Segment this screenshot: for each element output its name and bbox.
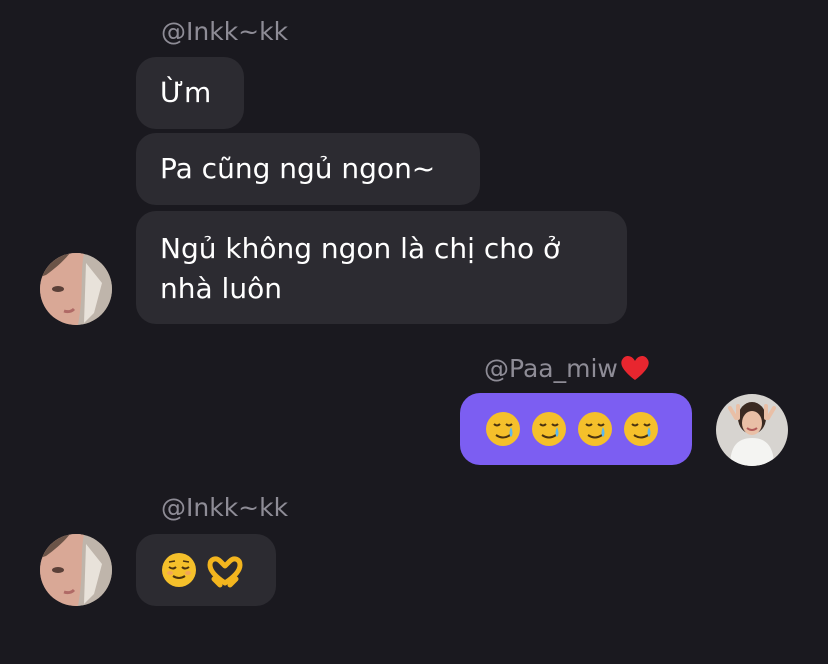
- heart-hands-icon: [207, 556, 243, 588]
- avatar[interactable]: [40, 253, 112, 325]
- message-text-line: Ngủ không ngon là chị cho ở: [160, 232, 561, 265]
- message-bubble[interactable]: Ừm: [136, 57, 244, 129]
- sender-name-text: @Paa_miw: [484, 354, 618, 383]
- smiling-face-with-tear-icon: [486, 412, 520, 446]
- avatar[interactable]: [716, 394, 788, 466]
- message-text-line: nhà luôn: [160, 272, 282, 305]
- smiling-face-with-tear-icon: [578, 412, 612, 446]
- red-heart-icon: [621, 355, 649, 380]
- emoji-row: [484, 410, 660, 448]
- avatar-photo-icon: [40, 534, 112, 606]
- relieved-face-icon: [162, 553, 196, 587]
- sender-name-paa-miw[interactable]: @Paa_miw: [484, 354, 650, 384]
- message-bubble[interactable]: Pa cũng ngủ ngon~: [136, 133, 480, 205]
- message-text: Ừm: [160, 76, 212, 109]
- sender-name-inkk[interactable]: @Inkk~kk: [161, 17, 288, 47]
- message-bubble[interactable]: Ngủ không ngon là chị cho ở nhà luôn: [136, 211, 627, 324]
- message-bubble[interactable]: [136, 534, 276, 606]
- message-bubble-outgoing[interactable]: [460, 393, 692, 465]
- message-text: Pa cũng ngủ ngon~: [160, 152, 436, 185]
- avatar-photo-icon: [716, 394, 788, 466]
- avatar-photo-icon: [40, 253, 112, 325]
- sender-name-inkk[interactable]: @Inkk~kk: [161, 493, 288, 523]
- smiling-face-with-tear-icon: [532, 412, 566, 446]
- emoji-row: [160, 551, 244, 589]
- avatar[interactable]: [40, 534, 112, 606]
- smiling-face-with-tear-icon: [624, 412, 658, 446]
